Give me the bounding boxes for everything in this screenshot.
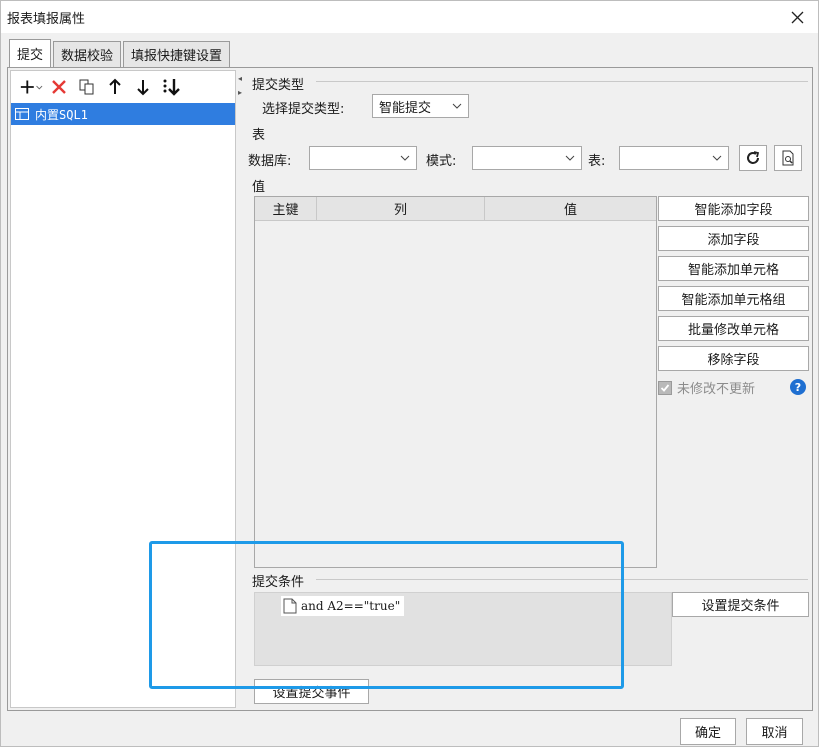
preview-icon: [782, 150, 794, 166]
skip-unmodified-label: 未修改不更新: [677, 382, 756, 397]
chevron-down-icon: [565, 155, 575, 161]
list-item-builtin-sql[interactable]: 内置SQL1: [11, 103, 235, 125]
skip-unmodified-checkbox-row: 未修改不更新: [658, 378, 755, 397]
group-divider: [316, 81, 808, 82]
submit-type-value: 智能提交: [379, 100, 432, 116]
ok-button[interactable]: 确定: [680, 718, 736, 745]
copy-icon: [79, 79, 94, 95]
skip-unmodified-checkbox[interactable]: [658, 380, 672, 395]
submit-settings-panel: 提交类型 选择提交类型: 智能提交 表 数据库: 模式: 表: 值 主键 列 值…: [244, 68, 812, 712]
table-select[interactable]: [619, 146, 729, 170]
set-submit-event-button[interactable]: 设置提交事件: [254, 679, 369, 704]
move-up-button[interactable]: [103, 75, 127, 99]
delete-button[interactable]: [47, 75, 71, 99]
close-button[interactable]: [786, 6, 808, 28]
condition-group-title: 提交条件: [252, 575, 305, 590]
refresh-button[interactable]: [739, 145, 767, 171]
add-field-button[interactable]: 添加字段: [658, 226, 809, 251]
column-header-primary-key[interactable]: 主键: [255, 197, 317, 220]
database-label: 数据库:: [248, 154, 292, 169]
dialog-window: 报表填报属性 提交 数据校验 填报快捷键设置 内置SQL1 ◂ ▸ 提交类型 选…: [0, 0, 819, 747]
condition-tree: and A2=="true": [254, 592, 672, 666]
tab-shortcut-settings[interactable]: 填报快捷键设置: [123, 41, 231, 67]
schema-select[interactable]: [472, 146, 582, 170]
copy-button[interactable]: [75, 75, 99, 99]
move-down-icon: [137, 80, 149, 96]
close-icon: [791, 11, 803, 23]
help-icon[interactable]: ?: [790, 379, 806, 395]
remove-field-button[interactable]: 移除字段: [658, 346, 809, 371]
check-icon: [660, 383, 670, 392]
expand-right-icon: ▸: [238, 88, 243, 97]
submit-type-select[interactable]: 智能提交: [372, 94, 469, 118]
list-toolbar: [11, 71, 235, 103]
value-group-title: 值: [252, 180, 266, 195]
tab-bar: 提交 数据校验 填报快捷键设置: [9, 39, 232, 67]
title-bar: 报表填报属性: [1, 1, 818, 33]
chevron-down-icon: [400, 155, 410, 161]
condition-item[interactable]: and A2=="true": [281, 596, 405, 616]
document-icon: [283, 598, 297, 614]
add-icon: [20, 80, 43, 94]
batch-edit-cells-button[interactable]: 批量修改单元格: [658, 316, 809, 341]
smart-add-cell-group-button[interactable]: 智能添加单元格组: [658, 286, 809, 311]
submit-type-label: 选择提交类型:: [262, 102, 345, 117]
smart-add-field-button[interactable]: 智能添加字段: [658, 196, 809, 221]
submit-type-group-title: 提交类型: [252, 78, 305, 93]
move-up-icon: [109, 78, 121, 94]
list-item-label: 内置SQL1: [35, 107, 88, 122]
move-bottom-button[interactable]: [159, 75, 183, 99]
tab-content: 内置SQL1 ◂ ▸ 提交类型 选择提交类型: 智能提交 表 数据库: 模式:: [7, 67, 813, 711]
column-header-value[interactable]: 值: [485, 197, 656, 220]
field-value-table: 主键 列 值: [254, 196, 657, 568]
condition-item-label: and A2=="true": [301, 599, 401, 613]
set-condition-button[interactable]: 设置提交条件: [672, 592, 809, 617]
table-group-title: 表: [252, 128, 266, 143]
delete-icon: [52, 80, 66, 94]
schema-label: 模式:: [426, 154, 457, 169]
chevron-down-icon: [712, 155, 722, 161]
smart-add-cell-button[interactable]: 智能添加单元格: [658, 256, 809, 281]
table-header: 主键 列 值: [255, 197, 656, 221]
submit-list-panel: 内置SQL1: [10, 70, 236, 708]
move-bottom-icon: [163, 79, 180, 96]
refresh-icon: [747, 151, 760, 164]
database-select[interactable]: [309, 146, 417, 170]
sql-table-icon: [15, 108, 29, 120]
collapse-left-icon: ◂: [238, 74, 243, 83]
column-header-column[interactable]: 列: [317, 197, 485, 220]
preview-table-button[interactable]: [774, 145, 802, 171]
group-divider: [316, 579, 808, 580]
chevron-down-icon: [452, 103, 462, 109]
window-title: 报表填报属性: [7, 12, 86, 27]
cancel-button[interactable]: 取消: [746, 718, 803, 745]
move-down-button[interactable]: [131, 75, 155, 99]
add-button[interactable]: [19, 75, 43, 99]
tab-submit[interactable]: 提交: [9, 39, 52, 67]
table-label: 表:: [588, 154, 606, 169]
tab-data-validation[interactable]: 数据校验: [53, 41, 122, 67]
